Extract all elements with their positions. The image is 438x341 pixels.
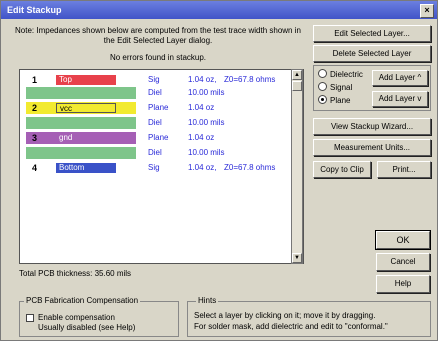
layer-stack-list[interactable]: 1 Top Sig 1.04 oz, Z0=67.8 ohms Diel 10.… [19,69,304,264]
layer-row[interactable]: 1 Top Sig 1.04 oz, Z0=67.8 ohms [20,74,290,86]
window-title: Edit Stackup [7,5,62,15]
radio-signal[interactable]: Signal [318,82,352,94]
layer-thickness: 10.00 mils [188,118,225,127]
view-stackup-wizard-button[interactable]: View Stackup Wizard... [313,118,431,135]
layer-type: Diel [148,118,162,127]
print-button[interactable]: Print... [377,161,431,178]
layer-list-scrollbar[interactable]: ▲ ▼ [291,69,303,264]
radio-label: Signal [330,83,353,92]
fabrication-compensation-group: PCB Fabrication Compensation Enable comp… [19,296,179,337]
edit-stackup-dialog: Edit Stackup × Note: Impedances shown be… [0,0,438,341]
layer-name: Bottom [56,163,116,173]
layer-type: Diel [148,88,162,97]
layer-impedance: Z0=67.8 ohms [224,75,276,84]
layer-row[interactable]: Diel 10.00 mils [20,147,290,159]
edit-selected-layer-button[interactable]: Edit Selected Layer... [313,25,431,42]
layer-thickness: 1.04 oz, [188,163,217,172]
group-title: PCB Fabrication Compensation [24,296,141,305]
close-button[interactable]: × [420,4,434,18]
layer-kind-group: Dielectric Signal Plane Add Layer ^ Add … [313,65,431,111]
layer-row[interactable]: 2 vcc Plane 1.04 oz [20,102,290,114]
radio-dot [318,82,327,92]
scroll-down-arrow-icon[interactable]: ▼ [292,253,302,263]
radio-plane[interactable]: Plane [318,95,350,107]
radio-dielectric[interactable]: Dielectric [318,69,363,81]
layer-number: 1 [32,75,38,85]
impedance-note: Note: Impedances shown below are compute… [15,26,301,45]
layer-thickness: 1.04 oz [188,103,215,112]
layer-thickness: 10.00 mils [188,88,225,97]
scroll-thumb[interactable] [292,81,302,91]
checkbox-label: Enable compensation [38,313,115,322]
layer-number: 2 [32,103,38,113]
layer-thickness: 10.00 mils [188,148,225,157]
layer-thickness: 1.04 oz, [188,75,217,84]
layer-type: Plane [148,133,169,142]
scroll-up-arrow-icon[interactable]: ▲ [292,70,302,80]
measurement-units-button[interactable]: Measurement Units... [313,139,431,156]
total-pcb-thickness: Total PCB thickness: 35.60 mils [19,269,132,278]
layer-number: 3 [32,133,38,143]
layer-type: Plane [148,103,169,112]
layer-type: Sig [148,163,160,172]
enable-compensation-checkbox[interactable] [26,314,34,322]
title-bar: Edit Stackup × [1,1,437,19]
ok-button[interactable]: OK [375,230,431,250]
compensation-note: Usually disabled (see Help) [38,323,136,332]
layer-name: vcc [56,103,116,113]
layer-row[interactable]: 4 Bottom Sig 1.04 oz, Z0=67.8 ohms [20,162,290,174]
add-layer-up-button[interactable]: Add Layer ^ [372,70,428,86]
radio-label: Plane [330,96,351,105]
hint-line-2: For solder mask, add dielectric and edit… [194,322,388,331]
layer-row[interactable]: Diel 10.00 mils [20,117,290,129]
layer-name: gnd [56,133,116,143]
layer-impedance: Z0=67.8 ohms [224,163,276,172]
cancel-button[interactable]: Cancel [376,253,430,271]
layer-type: Sig [148,75,160,84]
copy-to-clip-button[interactable]: Copy to Clip [313,161,371,178]
layer-row[interactable]: 3 gnd Plane 1.04 oz [20,132,290,144]
radio-dot [318,69,327,79]
layer-number: 4 [32,163,38,173]
stackup-status: No errors found in stackup. [109,53,207,62]
layer-row[interactable]: Diel 10.00 mils [20,87,290,99]
add-layer-down-button[interactable]: Add Layer v [372,91,428,107]
hints-group: Hints Select a layer by clicking on it; … [187,296,431,337]
delete-selected-layer-button[interactable]: Delete Selected Layer [313,45,431,62]
layer-thickness: 1.04 oz [188,133,215,142]
hint-line-1: Select a layer by clicking on it; move i… [194,311,376,320]
radio-label: Dielectric [330,70,363,79]
layer-name: Top [56,75,116,85]
radio-dot-selected [318,95,327,105]
help-button[interactable]: Help [376,275,430,293]
group-title: Hints [196,296,219,305]
layer-type: Diel [148,148,162,157]
